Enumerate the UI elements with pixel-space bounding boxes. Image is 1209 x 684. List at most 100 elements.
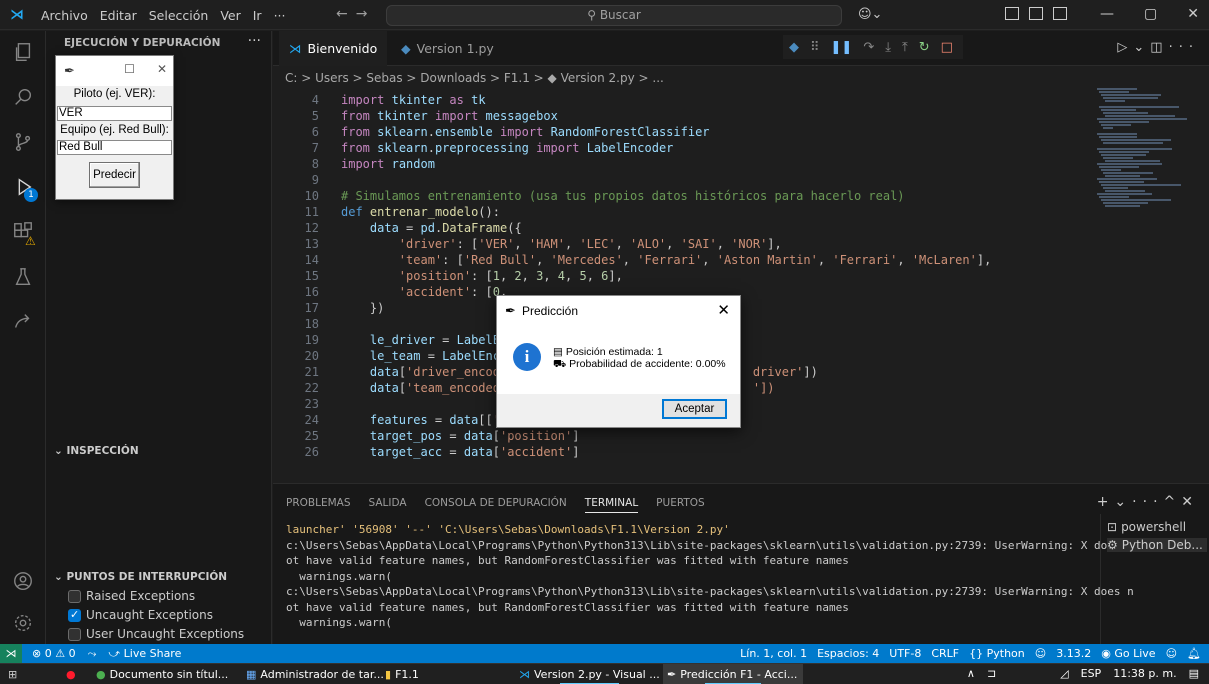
tk-maximize-icon[interactable]: ☐ bbox=[124, 62, 135, 76]
checkbox[interactable] bbox=[68, 608, 81, 622]
pause-icon[interactable]: ❚❚ bbox=[831, 40, 853, 55]
start-button[interactable]: ⊞ bbox=[4, 664, 21, 684]
breakpoint-uncaught-exceptions[interactable]: Uncaught Exceptions bbox=[68, 608, 213, 622]
testing-icon[interactable] bbox=[10, 264, 36, 290]
taskbar-item-docs[interactable]: ● Documento sin títul... bbox=[92, 664, 232, 684]
explorer-icon[interactable] bbox=[10, 39, 36, 65]
code-line[interactable]: 11 def entrenar_modelo(): bbox=[273, 204, 500, 220]
taskbar-item-folder[interactable]: ▮ F1.1 bbox=[381, 664, 423, 684]
search-activity-icon[interactable] bbox=[10, 84, 36, 110]
close-panel-icon[interactable]: ✕ bbox=[1181, 494, 1199, 510]
code-line[interactable]: 23 bbox=[273, 396, 319, 412]
language-indicator[interactable]: ESP bbox=[1081, 667, 1102, 680]
python-version[interactable]: 3.13.2 bbox=[1056, 644, 1091, 663]
code-line[interactable]: 7 from sklearn.preprocessing import Label… bbox=[273, 140, 674, 156]
command-center-search[interactable]: ⚲ Buscar bbox=[386, 5, 842, 26]
go-live[interactable]: ◉ Go Live bbox=[1101, 644, 1155, 663]
network-icon[interactable]: ⊐ bbox=[987, 667, 996, 680]
terminal-item-powershell[interactable]: ⊡ powershell bbox=[1107, 520, 1207, 534]
minimap[interactable] bbox=[1097, 88, 1197, 218]
terminal-item-python-debug[interactable]: ⚙ Python Deb... bbox=[1107, 538, 1207, 552]
code-line[interactable]: 12 data = pd.DataFrame({ bbox=[273, 220, 522, 236]
code-line[interactable]: 22 data['team_encoded' ']) bbox=[273, 380, 775, 396]
copilot-status-icon[interactable]: ☺ bbox=[1166, 644, 1177, 663]
checkbox[interactable] bbox=[68, 627, 81, 641]
close-icon[interactable]: ✕ bbox=[1187, 6, 1199, 22]
indentation[interactable]: Espacios: 4 bbox=[817, 644, 879, 663]
step-out-icon[interactable]: ⤒ bbox=[902, 40, 908, 55]
tab-puertos[interactable]: PUERTOS bbox=[656, 497, 705, 513]
more-icon[interactable]: ··· bbox=[1132, 494, 1163, 510]
code-line[interactable]: 25 target_pos = data['position'] bbox=[273, 428, 580, 444]
tray-chevron-icon[interactable]: ∧ bbox=[967, 667, 975, 680]
remote-icon[interactable]: ⋊ bbox=[0, 644, 22, 663]
taskbar-item-prediccion[interactable]: ✒ Predicción F1 - Acci... bbox=[663, 664, 803, 684]
minimize-icon[interactable]: — bbox=[1100, 6, 1114, 22]
code-line[interactable]: 20 le_team = LabelEnco bbox=[273, 348, 508, 364]
live-share-status[interactable]: ⤻ Live Share bbox=[108, 644, 181, 663]
section-inspection[interactable]: ⌄ INSPECCIÓN bbox=[54, 445, 139, 457]
wifi-icon[interactable]: ◿ bbox=[1060, 667, 1068, 680]
menu-ver[interactable]: Ver bbox=[219, 8, 241, 23]
python-env-icon[interactable]: ☺ bbox=[1035, 644, 1046, 663]
tab-version1[interactable]: ◆ Version 1.py bbox=[391, 31, 504, 66]
toggle-secondary-sidebar-icon[interactable] bbox=[1053, 7, 1067, 20]
code-line[interactable]: 6 from sklearn.ensemble import RandomFore… bbox=[273, 124, 710, 140]
code-line[interactable]: 21 data['driver_encode driver']) bbox=[273, 364, 818, 380]
debug-status-icon[interactable]: ⤳ bbox=[88, 644, 97, 663]
nav-arrows[interactable]: ←→ bbox=[336, 6, 375, 22]
code-line[interactable]: 9 bbox=[273, 172, 319, 188]
menu-archivo[interactable]: Archivo bbox=[40, 8, 89, 23]
code-line[interactable]: 8 import random bbox=[273, 156, 435, 172]
taskbar-item-task-manager[interactable]: ▦ Administrador de tar... bbox=[242, 664, 388, 684]
new-terminal-icon[interactable]: +⌄ bbox=[1097, 494, 1132, 510]
language-mode[interactable]: {} Python bbox=[969, 644, 1025, 663]
stop-icon[interactable]: □ bbox=[941, 40, 953, 55]
run-debug-icon[interactable]: 1 bbox=[10, 174, 38, 202]
account-icon[interactable] bbox=[10, 568, 36, 594]
taskbar-item-opera[interactable]: ● bbox=[62, 664, 80, 684]
tab-bienvenido[interactable]: ⋊ Bienvenido bbox=[279, 31, 388, 66]
live-share-activity-icon[interactable] bbox=[10, 309, 36, 335]
checkbox[interactable] bbox=[68, 589, 81, 603]
run-icon[interactable]: ▷⌄ bbox=[1117, 40, 1150, 55]
cursor-position[interactable]: Lín. 1, col. 1 bbox=[740, 644, 807, 663]
step-over-icon[interactable]: ↷ bbox=[863, 40, 874, 55]
code-line[interactable]: 13 'driver': ['VER', 'HAM', 'LEC', 'ALO'… bbox=[273, 236, 782, 252]
breakpoint-user-uncaught-exceptions[interactable]: User Uncaught Exceptions bbox=[68, 627, 244, 641]
code-line[interactable]: 17 }) bbox=[273, 300, 385, 316]
notifications-icon[interactable]: ▤ bbox=[1189, 667, 1199, 680]
tk-close-icon[interactable]: ✕ bbox=[157, 62, 167, 76]
close-icon[interactable]: ✕ bbox=[717, 301, 730, 319]
maximize-icon[interactable]: ▢ bbox=[1144, 6, 1157, 22]
tab-salida[interactable]: SALIDA bbox=[369, 497, 407, 513]
section-breakpoints[interactable]: ⌄ PUNTOS DE INTERRUPCIÓN bbox=[54, 571, 227, 583]
end-of-line[interactable]: CRLF bbox=[931, 644, 959, 663]
drag-handle-icon[interactable]: ⠿ bbox=[810, 40, 820, 55]
menu-more[interactable]: ··· bbox=[273, 8, 287, 23]
code-line[interactable]: 19 le_driver = LabelEn bbox=[273, 332, 508, 348]
menu-editar[interactable]: Editar bbox=[99, 8, 138, 23]
code-line[interactable]: 16 'accident': [0, bbox=[273, 284, 508, 300]
notifications-bell-icon[interactable]: 🔔︎ bbox=[1187, 644, 1201, 663]
sidebar-more-icon[interactable]: ··· bbox=[248, 33, 261, 49]
code-line[interactable]: 24 features = data[['driver_encoded', 't… bbox=[273, 412, 739, 428]
toggle-panel-icon[interactable] bbox=[1029, 7, 1043, 20]
tab-problemas[interactable]: PROBLEMAS bbox=[286, 497, 351, 513]
clock[interactable]: 11:38 p. m. bbox=[1113, 667, 1176, 680]
source-control-icon[interactable] bbox=[10, 129, 36, 155]
settings-gear-icon[interactable] bbox=[10, 610, 36, 636]
tab-consola-depuracion[interactable]: CONSOLA DE DEPURACIÓN bbox=[425, 497, 567, 513]
menu-seleccion[interactable]: Selección bbox=[148, 8, 210, 23]
step-into-icon[interactable]: ⤓ bbox=[885, 40, 891, 55]
maximize-panel-icon[interactable]: ^ bbox=[1164, 494, 1182, 510]
taskbar-item-vscode[interactable]: ⋊ Version 2.py - Visual ... bbox=[515, 664, 664, 684]
code-line[interactable]: 26 target_acc = data['accident'] bbox=[273, 444, 580, 460]
menu-ir[interactable]: Ir bbox=[252, 8, 263, 23]
code-line[interactable]: 14 'team': ['Red Bull', 'Mercedes', 'Fer… bbox=[273, 252, 992, 268]
code-line[interactable]: 10 # Simulamos entrenamiento (usa tus pro… bbox=[273, 188, 905, 204]
toggle-sidebar-icon[interactable] bbox=[1005, 7, 1019, 20]
more-actions-icon[interactable]: ··· bbox=[1169, 40, 1199, 55]
breakpoint-raised-exceptions[interactable]: Raised Exceptions bbox=[68, 589, 195, 603]
problems-status[interactable]: ⊗ 0 ⚠ 0 bbox=[32, 644, 76, 663]
